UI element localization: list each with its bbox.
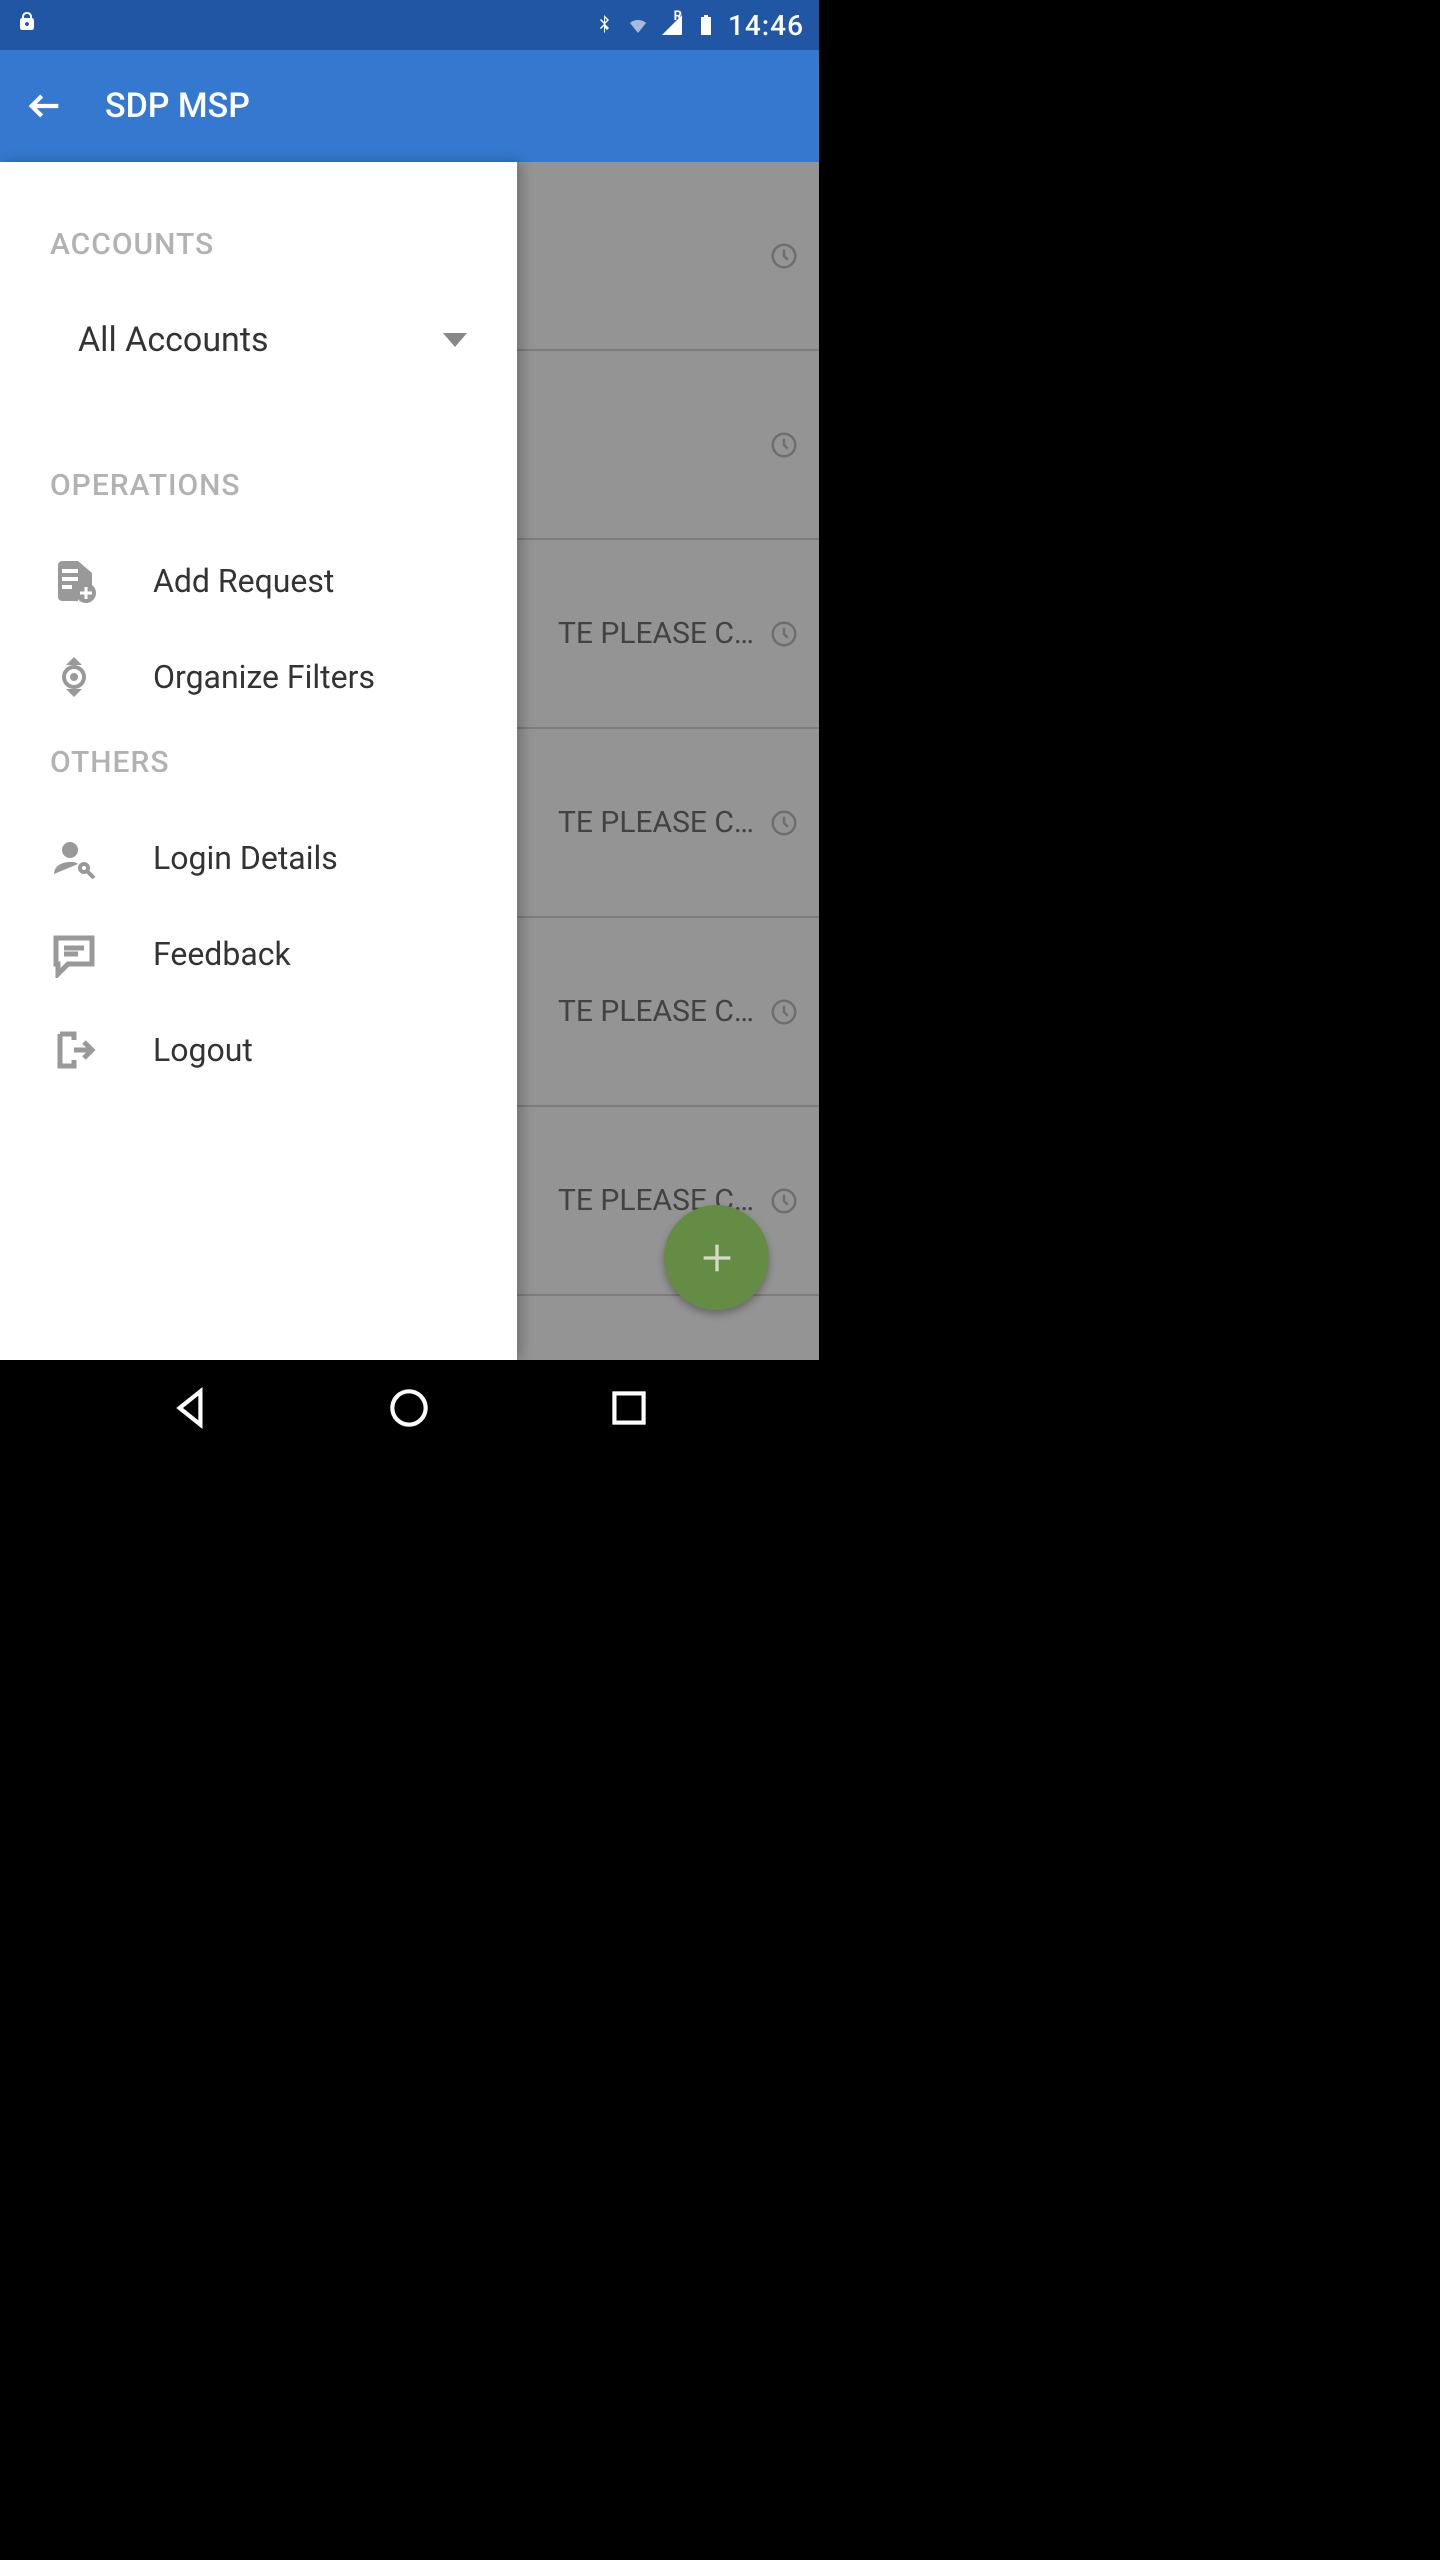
- drawer-item-label: Login Details: [153, 839, 338, 877]
- accounts-section-header: ACCOUNTS: [0, 227, 517, 292]
- signal-icon: R: [660, 13, 684, 37]
- debug-icon: [15, 10, 39, 40]
- drawer-scrim[interactable]: [517, 162, 819, 1360]
- battery-charging-icon: [694, 13, 718, 37]
- chevron-down-icon: [443, 333, 467, 347]
- android-nav-bar: [0, 1360, 819, 1456]
- fab-add-button[interactable]: [664, 1205, 769, 1310]
- back-arrow-icon[interactable]: [25, 86, 65, 126]
- nav-back-button[interactable]: [165, 1383, 215, 1433]
- drawer-item-feedback[interactable]: Feedback: [0, 906, 517, 1002]
- others-section-header: OTHERS: [0, 725, 517, 810]
- drawer-item-login-details[interactable]: Login Details: [0, 810, 517, 906]
- status-bar: R 14:46: [0, 0, 819, 50]
- drawer-item-add-request[interactable]: Add Request: [0, 533, 517, 629]
- login-details-icon: [50, 834, 98, 882]
- plus-icon: [697, 1238, 737, 1278]
- network-indicator: R: [674, 9, 682, 24]
- app-header: SDP MSP: [0, 50, 819, 162]
- feedback-icon: [50, 930, 98, 978]
- nav-home-button[interactable]: [384, 1383, 434, 1433]
- logout-icon: [50, 1026, 98, 1074]
- add-request-icon: [50, 557, 98, 605]
- content-area: TE PLEASE C… TE PLEASE C… TE PLEASE C… T…: [0, 162, 819, 1360]
- navigation-drawer: ACCOUNTS All Accounts OPERATIONS Add Req…: [0, 162, 517, 1360]
- drawer-item-organize-filters[interactable]: Organize Filters: [0, 629, 517, 725]
- wifi-icon: [626, 13, 650, 37]
- operations-section-header: OPERATIONS: [0, 468, 517, 533]
- drawer-item-label: Feedback: [153, 935, 291, 973]
- drawer-item-logout[interactable]: Logout: [0, 1002, 517, 1098]
- bluetooth-icon: [592, 13, 616, 37]
- nav-recent-button[interactable]: [604, 1383, 654, 1433]
- status-time: 14:46: [728, 9, 804, 42]
- drawer-item-label: Add Request: [153, 562, 334, 600]
- app-title: SDP MSP: [105, 86, 250, 126]
- drawer-item-label: Organize Filters: [153, 658, 375, 696]
- organize-filters-icon: [50, 653, 98, 701]
- account-selector[interactable]: All Accounts: [0, 292, 517, 388]
- account-selected-label: All Accounts: [78, 320, 443, 360]
- drawer-item-label: Logout: [153, 1031, 253, 1069]
